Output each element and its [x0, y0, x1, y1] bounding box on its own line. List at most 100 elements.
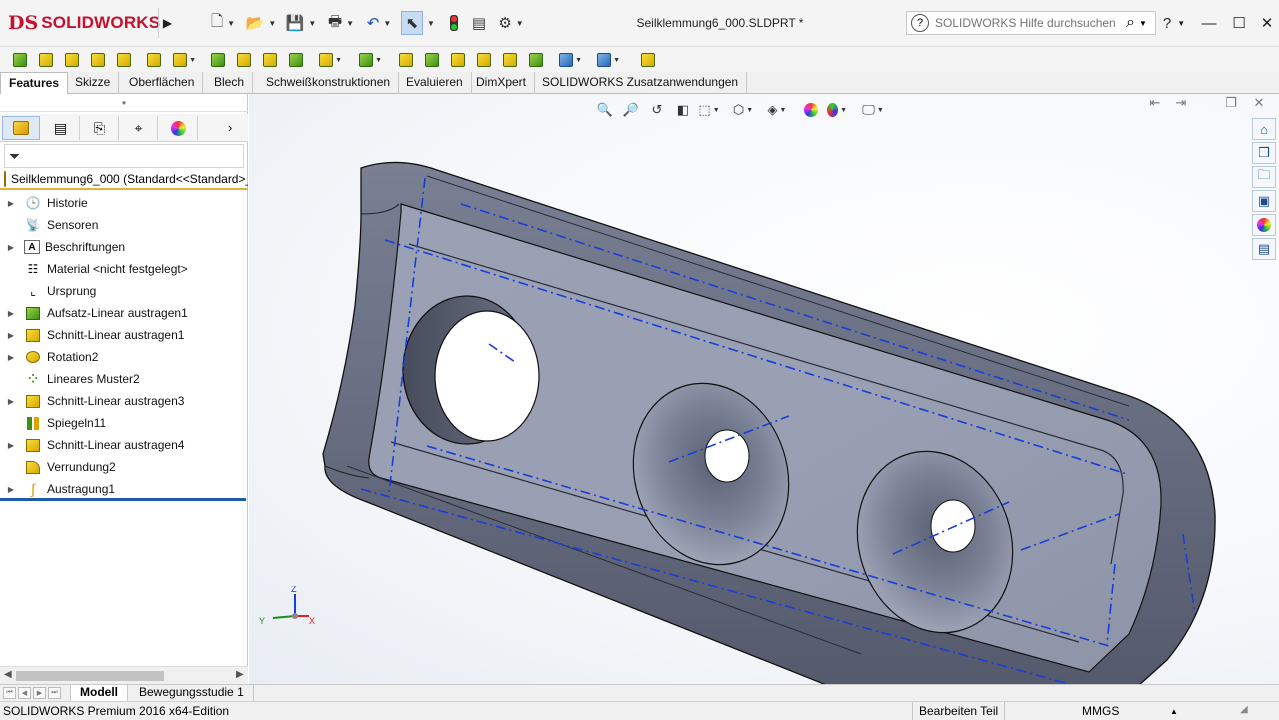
- tab-surfaces[interactable]: Oberflächen: [121, 72, 204, 94]
- tab-display-manager[interactable]: [160, 116, 198, 140]
- boundary-boss-button[interactable]: [114, 51, 134, 69]
- resize-grip-icon[interactable]: ◢: [1240, 704, 1248, 715]
- help-search-input[interactable]: [935, 16, 1120, 30]
- solidworks-logo[interactable]: DS SOLIDWORKS: [8, 8, 160, 38]
- tab-evaluate[interactable]: Evaluieren: [398, 72, 472, 94]
- tab-weldments[interactable]: Schweißkonstruktionen: [258, 72, 400, 94]
- swept-boss-button[interactable]: [62, 51, 82, 69]
- expand-arrow-icon[interactable]: ▶: [4, 485, 18, 494]
- tab-configuration-manager[interactable]: ⎘: [81, 116, 119, 140]
- last-tab-icon[interactable]: ⏭: [48, 687, 61, 699]
- mirror-button[interactable]: [526, 51, 546, 69]
- tree-filter[interactable]: ⏷: [4, 144, 244, 168]
- lofted-cut-button[interactable]: [260, 51, 280, 69]
- tab-sketch[interactable]: Skizze: [67, 72, 120, 94]
- tree-node-fillet2[interactable]: Verrundung2: [0, 456, 248, 478]
- pane-splitter-grip[interactable]: ●: [0, 94, 248, 112]
- expand-arrow-icon[interactable]: ▶: [4, 397, 18, 406]
- open-button[interactable]: 📂 ▼: [246, 11, 277, 35]
- chevron-down-icon[interactable]: ▼: [1139, 19, 1147, 28]
- draft-button[interactable]: [422, 51, 442, 69]
- intersect-button[interactable]: [500, 51, 520, 69]
- tree-node-cut-extrude4[interactable]: ▶ Schnitt-Linear austragen4: [0, 434, 248, 456]
- scrollbar-thumb[interactable]: [16, 671, 164, 681]
- scroll-left-icon[interactable]: ◀: [4, 669, 12, 680]
- unit-system-selector[interactable]: MMGS: [1082, 704, 1119, 718]
- scroll-right-icon[interactable]: ▶: [236, 669, 244, 680]
- tab-motion-study-1[interactable]: Bewegungsstudie 1: [130, 685, 254, 701]
- help-search[interactable]: ? ⌕ ▼: [906, 11, 1156, 35]
- undo-button[interactable]: ↶ ▼: [362, 11, 396, 35]
- tree-horizontal-scrollbar[interactable]: ◀ ▶: [0, 666, 248, 684]
- close-button[interactable]: ✕: [1256, 12, 1278, 34]
- first-tab-icon[interactable]: ⏮: [3, 687, 16, 699]
- expand-arrow-icon[interactable]: ▶: [4, 331, 18, 340]
- view-palette-tab[interactable]: ▣: [1252, 190, 1276, 212]
- expand-arrow-icon[interactable]: ▶: [4, 353, 18, 362]
- save-button[interactable]: 💾 ▼: [284, 11, 318, 35]
- linear-pattern-button[interactable]: ▼: [356, 51, 382, 69]
- curves-button[interactable]: ▼: [594, 51, 620, 69]
- expand-arrow-icon[interactable]: ▶: [4, 441, 18, 450]
- tree-node-material[interactable]: ☷ Material <nicht festgelegt>: [0, 258, 248, 280]
- tree-node-history[interactable]: ▶ 🕒 Historie: [0, 192, 248, 214]
- tree-root-part[interactable]: Seilklemmung6_000 (Standard<<Standard>_A…: [0, 170, 248, 190]
- lofted-boss-button[interactable]: [88, 51, 108, 69]
- tabs-scroll-right-icon[interactable]: ›: [228, 120, 232, 135]
- rib-button[interactable]: [396, 51, 416, 69]
- hole-wizard-button[interactable]: ▼: [170, 51, 196, 69]
- wrap-button[interactable]: [474, 51, 494, 69]
- custom-properties-tab[interactable]: ▤: [1252, 238, 1276, 260]
- minimize-button[interactable]: —: [1198, 12, 1220, 34]
- appearances-tab[interactable]: [1252, 214, 1276, 236]
- extruded-boss-button[interactable]: [10, 51, 30, 69]
- expand-arrow-icon[interactable]: ▶: [4, 199, 18, 208]
- menu-flyout-arrow-icon[interactable]: ▶: [158, 8, 176, 38]
- fillet-button[interactable]: ▼: [316, 51, 342, 69]
- new-document-button[interactable]: 🗋 ▼: [208, 11, 238, 35]
- swept-cut-button[interactable]: [234, 51, 254, 69]
- expand-arrow-icon[interactable]: ▶: [4, 309, 18, 318]
- help-button[interactable]: ? ▼: [1163, 12, 1185, 34]
- shell-button[interactable]: [448, 51, 468, 69]
- tab-dimxpert-manager[interactable]: ⌖: [120, 116, 158, 140]
- reference-geometry-button[interactable]: ▼: [556, 51, 582, 69]
- previous-tab-icon[interactable]: ◀: [18, 687, 31, 699]
- units-chevron-up-icon[interactable]: ▲: [1170, 707, 1178, 716]
- tree-node-annotations[interactable]: ▶ A Beschriftungen: [0, 236, 248, 258]
- tree-node-sensors[interactable]: 📡 Sensoren: [0, 214, 248, 236]
- boundary-cut-button[interactable]: [286, 51, 306, 69]
- tree-node-cut-extrude1[interactable]: ▶ Schnitt-Linear austragen1: [0, 324, 248, 346]
- part-model-view[interactable]: [249, 94, 1279, 684]
- next-tab-icon[interactable]: ▶: [33, 687, 46, 699]
- select-button[interactable]: ⬉: [401, 11, 423, 35]
- tree-node-linear-pattern2[interactable]: ⁘ Lineares Muster2: [0, 368, 248, 390]
- tab-model[interactable]: Modell: [70, 685, 128, 701]
- tree-node-origin[interactable]: ⌞ Ursprung: [0, 280, 248, 302]
- file-properties-button[interactable]: ▤: [468, 11, 490, 35]
- instant3d-button[interactable]: [638, 51, 658, 69]
- revolved-boss-button[interactable]: [36, 51, 56, 69]
- tab-feature-manager[interactable]: [2, 116, 40, 140]
- tab-addins[interactable]: SOLIDWORKS Zusatzanwendungen: [534, 72, 748, 94]
- maximize-button[interactable]: ☐: [1228, 12, 1250, 34]
- graphics-area[interactable]: 🔍 🔎 ↺ ◧ ⬚ ▼ ⬡ ▼ ◈ ▼ ▼ 🖵 ▼ ⇤ ⇥ ❐ ✕ Z X Y …: [249, 94, 1279, 684]
- tree-node-mirror11[interactable]: Spiegeln11: [0, 412, 248, 434]
- print-button[interactable]: 🖶 ▼: [324, 11, 358, 35]
- tab-property-manager[interactable]: ▤: [42, 116, 80, 140]
- tab-sheet-metal[interactable]: Blech: [206, 72, 254, 94]
- tab-features[interactable]: Features: [0, 72, 69, 95]
- rollback-bar[interactable]: [0, 498, 246, 501]
- search-icon[interactable]: ⌕: [1126, 14, 1135, 32]
- expand-arrow-icon[interactable]: ▶: [4, 243, 18, 252]
- options-button[interactable]: ⚙ ▼: [494, 11, 528, 35]
- select-dropdown[interactable]: ▼: [424, 11, 438, 35]
- revolved-cut-button[interactable]: [208, 51, 228, 69]
- tab-dimxpert[interactable]: DimXpert: [468, 72, 536, 94]
- rebuild-button[interactable]: [444, 11, 464, 35]
- tree-node-boss-extrude1[interactable]: ▶ Aufsatz-Linear austragen1: [0, 302, 248, 324]
- file-explorer-tab[interactable]: 🗀: [1252, 166, 1276, 188]
- tree-node-sweep1[interactable]: ▶ ∫ Austragung1: [0, 478, 248, 500]
- design-library-tab[interactable]: ❒: [1252, 142, 1276, 164]
- tree-node-cut-extrude3[interactable]: ▶ Schnitt-Linear austragen3: [0, 390, 248, 412]
